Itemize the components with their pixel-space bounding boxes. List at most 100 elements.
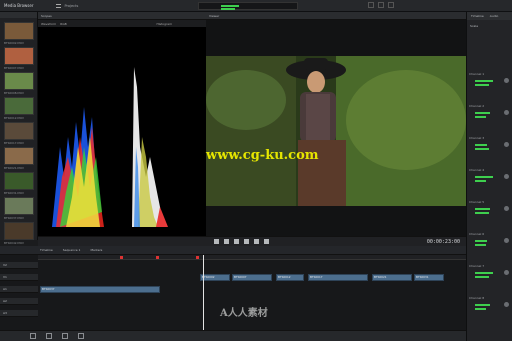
media-label: BTS0012.MOV <box>4 116 24 120</box>
cowboy-hat-crown <box>304 58 328 70</box>
scopes-tab[interactable]: Scopes <box>41 14 52 18</box>
channel-meter <box>475 304 490 306</box>
prev-frame-button[interactable] <box>224 239 229 244</box>
media-label: BTS0017.MOV <box>4 141 24 145</box>
viewer-tab[interactable]: Viewer <box>209 14 219 18</box>
track-label[interactable]: V1 <box>0 274 38 281</box>
timeline-ruler[interactable] <box>38 255 466 260</box>
timeline-clip[interactable]: BTS0002 <box>200 274 230 281</box>
rgb-label[interactable]: RGB <box>60 22 66 26</box>
track-label[interactable]: V2 <box>0 262 38 269</box>
scopes-panel: Scopes Waveform RGB Histogram <box>38 12 206 240</box>
channel-label: Channel 4 <box>469 168 485 172</box>
meter-bar-left <box>221 5 239 7</box>
pan-knob[interactable] <box>504 110 509 115</box>
stop-button[interactable] <box>244 239 249 244</box>
media-thumbnail[interactable] <box>4 97 34 115</box>
media-thumbnail[interactable] <box>4 172 34 190</box>
layout-icon[interactable] <box>368 2 374 8</box>
channel-meter <box>475 116 486 118</box>
channel-meter <box>475 240 487 242</box>
scope-graph <box>52 67 168 227</box>
track-label[interactable]: A3 <box>0 310 38 317</box>
video-watermark: www.cg-ku.com <box>206 148 319 163</box>
waveform-label[interactable]: Waveform <box>41 22 56 26</box>
media-label: BTS0007.MOV <box>4 66 24 70</box>
audio-channel: Channel 8 <box>469 296 511 322</box>
export-icon[interactable] <box>78 333 84 339</box>
media-browser-panel: BTS0002.MOV BTS0007.MOV BTS0008.MOV BTS0012… <box>0 12 38 245</box>
timeline-clip[interactable]: BTS0037 <box>40 286 160 293</box>
viewer-panel: Viewer www.cg-ku.com <box>206 12 468 240</box>
timeline-watermark: A人人素材 <box>220 308 268 319</box>
tab-timeline[interactable]: Timeline <box>471 14 484 18</box>
media-label: BTS0021.MOV <box>4 166 24 170</box>
media-label: BTS0008.MOV <box>4 91 24 95</box>
timeline-clip[interactable]: BTS0031 <box>414 274 444 281</box>
tab-audio[interactable]: Audio <box>490 14 499 18</box>
channel-label: Channel 7 <box>469 264 485 268</box>
playhead[interactable] <box>203 255 204 330</box>
timeline-clip[interactable]: BTS0017 <box>308 274 368 281</box>
audio-channel: Channel 7 <box>469 264 511 290</box>
export-icon[interactable] <box>388 2 394 8</box>
pan-knob[interactable] <box>504 142 509 147</box>
channel-label: Channel 3 <box>469 136 485 140</box>
histogram-label[interactable]: Histogram <box>156 22 172 26</box>
marker[interactable] <box>156 256 159 259</box>
import-icon[interactable] <box>30 333 36 339</box>
markers-tab[interactable]: Markers <box>90 248 102 252</box>
fast-forward-button[interactable] <box>264 239 269 244</box>
grid-icon[interactable] <box>378 2 384 8</box>
marker[interactable] <box>196 256 199 259</box>
channel-meter <box>475 84 489 86</box>
media-thumbnail[interactable] <box>4 147 34 165</box>
bottom-toolbar <box>0 330 466 341</box>
media-thumbnail[interactable] <box>4 72 34 90</box>
effects-icon[interactable] <box>62 333 68 339</box>
channel-meter <box>475 180 486 182</box>
channel-label: Channel 8 <box>469 296 485 300</box>
rewind-button[interactable] <box>214 239 219 244</box>
media-label: BTS0002.MOV <box>4 41 24 45</box>
pan-knob[interactable] <box>504 174 509 179</box>
scale-label: Scale <box>470 24 479 28</box>
channel-label: Channel 6 <box>469 232 485 236</box>
timeline-tab[interactable]: Timeline <box>40 248 53 252</box>
projects-tab[interactable]: Projects <box>65 4 79 8</box>
audio-channel: Channel 3 <box>469 136 511 162</box>
media-label: BTS0042.MOV <box>4 241 24 245</box>
media-thumbnail[interactable] <box>4 47 34 65</box>
pan-knob[interactable] <box>504 302 509 307</box>
media-thumbnail[interactable] <box>4 197 34 215</box>
pan-knob[interactable] <box>504 78 509 83</box>
sequence-tab[interactable]: Sequence 1 <box>63 248 81 252</box>
channel-meter <box>475 148 489 150</box>
media-browser-header <box>0 12 37 18</box>
play-button[interactable] <box>234 239 239 244</box>
next-frame-button[interactable] <box>254 239 259 244</box>
media-thumbnail[interactable] <box>4 22 34 40</box>
channel-meter <box>475 244 486 246</box>
pan-knob[interactable] <box>504 270 509 275</box>
channel-label: Channel 5 <box>469 200 485 204</box>
library-icon[interactable] <box>46 333 52 339</box>
timeline-panel: Timeline Sequence 1 Markers V2 V1 A1 A2 A3 B… <box>0 246 466 330</box>
channel-label: Channel 2 <box>469 104 485 108</box>
marker[interactable] <box>120 256 123 259</box>
timeline-clip[interactable]: BTS0007 <box>232 274 272 281</box>
menu-icon[interactable] <box>55 3 61 8</box>
timeline-clip[interactable]: BTS0021 <box>372 274 412 281</box>
waveform-plot <box>52 107 104 227</box>
inspector-tabs: Timeline Audio <box>467 12 512 20</box>
media-thumbnail[interactable] <box>4 222 34 240</box>
channel-meter <box>475 308 486 310</box>
pan-knob[interactable] <box>504 238 509 243</box>
track-label[interactable]: A1 <box>0 286 38 293</box>
scopes-subheader: Waveform RGB Histogram <box>38 20 206 27</box>
track-label[interactable]: A2 <box>0 298 38 305</box>
timeline-clip[interactable]: BTS0012 <box>276 274 304 281</box>
media-thumbnail[interactable] <box>4 122 34 140</box>
meter-bar-right <box>221 8 235 10</box>
pan-knob[interactable] <box>504 206 509 211</box>
